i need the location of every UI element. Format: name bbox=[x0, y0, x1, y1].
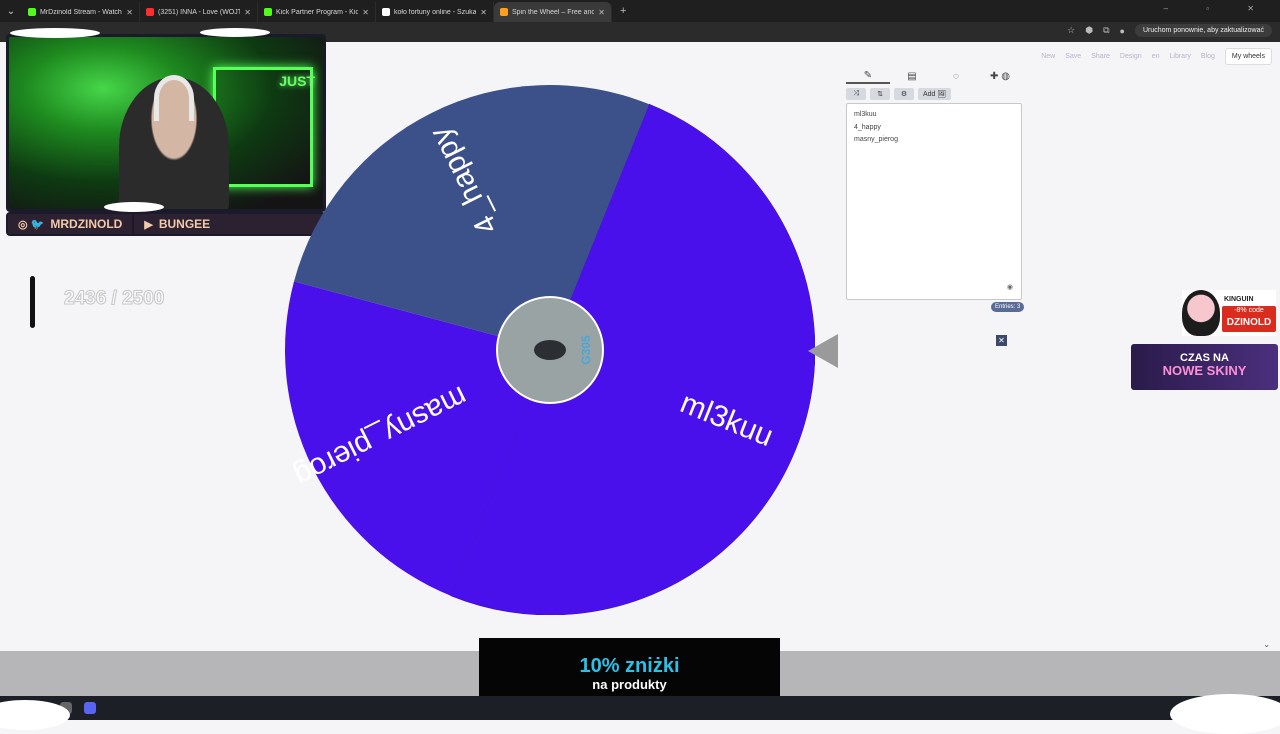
promo-line1: 10% zniżki bbox=[579, 655, 680, 677]
browser-tab[interactable]: (3251) INNA - Love (WOJTI... ✕ bbox=[140, 2, 258, 22]
entry-line: ml3kuu bbox=[854, 111, 877, 118]
tab-color-icon[interactable]: ✚ ◍ bbox=[978, 68, 1022, 84]
tab-close-icon[interactable]: ✕ bbox=[362, 8, 369, 17]
site-nav: New Save Share Design en Library Blog My… bbox=[1041, 48, 1272, 65]
shuffle-button[interactable]: ⤨ bbox=[846, 88, 866, 100]
mouse-image-icon bbox=[534, 340, 566, 360]
tab-label: Spin the Wheel – Free and easy... bbox=[512, 8, 595, 16]
social-instagram-twitter: ◎ 🐦 MRDZINOLD bbox=[8, 214, 132, 234]
grammarly-icon[interactable]: ◉ bbox=[1007, 283, 1013, 291]
tab-favicon-icon bbox=[382, 8, 390, 16]
skins-ad: CZAS NA NOWE SKINY bbox=[1131, 344, 1278, 390]
add-image-button[interactable]: Add 🖼 bbox=[918, 88, 952, 100]
tab-search-chevron-icon[interactable]: ⌄ bbox=[0, 0, 22, 22]
tab-hide-icon[interactable]: ◌ bbox=[934, 68, 978, 84]
entry-line: masny_pierog bbox=[854, 136, 898, 143]
tab-close-icon[interactable]: ✕ bbox=[244, 8, 251, 17]
editor-tabs: ✎ ▤ ◌ ✚ ◍ bbox=[846, 68, 1022, 84]
tab-close-icon[interactable]: ✕ bbox=[598, 8, 605, 17]
nav-design[interactable]: Design bbox=[1120, 53, 1142, 60]
headset-icon bbox=[154, 75, 194, 121]
promo-line2: na produkty bbox=[592, 677, 667, 692]
tab-favicon-icon bbox=[28, 8, 36, 16]
my-wheels-button[interactable]: My wheels bbox=[1224, 48, 1272, 65]
close-icon[interactable]: ✕ bbox=[996, 335, 1007, 346]
nav-language[interactable]: en bbox=[1152, 53, 1160, 60]
tab-favicon-icon bbox=[264, 8, 272, 16]
spin-wheel[interactable]: ml3kuumasny_pierog4_happyG305 bbox=[285, 85, 815, 615]
browser-tab[interactable]: Kick Partner Program - Kick Da... ✕ bbox=[258, 2, 376, 22]
settings-button[interactable]: ⚙ bbox=[894, 88, 914, 100]
entry-line: 4_happy bbox=[854, 123, 881, 131]
tab-close-icon[interactable]: ✕ bbox=[480, 8, 487, 17]
wheel-center-text: G305 bbox=[579, 335, 593, 365]
kinguin-brand: KINGUIN bbox=[1224, 296, 1254, 303]
snow-decoration bbox=[200, 28, 270, 37]
browser-tab[interactable]: Spin the Wheel – Free and easy...✕ bbox=[494, 2, 612, 22]
kinguin-ad: KINGUIN -8% code DZINOLD bbox=[1182, 290, 1276, 336]
goal-counter: 2436 / 2500 bbox=[63, 288, 165, 310]
taskbar bbox=[0, 696, 1280, 720]
nav-new[interactable]: New bbox=[1041, 53, 1055, 60]
kinguin-code-box: -8% code DZINOLD bbox=[1222, 306, 1276, 332]
browser-tab[interactable]: MrDzinold Stream - Watch Live ✕ bbox=[22, 2, 140, 22]
tab-favicon-icon bbox=[500, 8, 508, 16]
youtube-icon: ▶ bbox=[144, 218, 153, 231]
nav-save[interactable]: Save bbox=[1065, 53, 1081, 60]
extension-icon[interactable]: ⬢ bbox=[1085, 25, 1093, 36]
discord-taskbar-icon[interactable] bbox=[84, 702, 96, 714]
toolbar-right: ☆ ⬢ ⧉ ● Uruchom ponownie, aby zaktualizo… bbox=[1067, 24, 1272, 37]
webcam-overlay: JUST bbox=[6, 34, 326, 212]
wheel-pointer-icon bbox=[808, 334, 838, 368]
snow-decoration bbox=[10, 28, 100, 38]
social-handle: BUNGEE bbox=[158, 217, 211, 231]
entries-textarea[interactable]: ml3kuu 4_happy masny_pierog ◉ bbox=[846, 103, 1022, 300]
update-button[interactable]: Uruchom ponownie, aby zaktualizować bbox=[1134, 24, 1272, 37]
skins-ad-line2: NOWE SKINY bbox=[1162, 363, 1247, 378]
social-handle: MRDZINOLD bbox=[50, 217, 123, 231]
tab-close-icon[interactable]: ✕ bbox=[126, 8, 133, 17]
nav-blog[interactable]: Blog bbox=[1201, 53, 1215, 60]
browser-tab-bar: ⌄ MrDzinold Stream - Watch Live✕(3251) I… bbox=[0, 0, 1280, 22]
kinguin-code: DZINOLD bbox=[1226, 317, 1272, 328]
tab-label: (3251) INNA - Love (WOJTI... bbox=[158, 8, 240, 16]
tab-results-icon[interactable]: ▤ bbox=[890, 68, 934, 84]
tab-label: Kick Partner Program - Kick Da... bbox=[276, 8, 358, 16]
snow-decoration bbox=[104, 202, 164, 212]
new-tab-button[interactable]: + bbox=[612, 5, 626, 17]
tab-label: MrDzinold Stream - Watch Live bbox=[40, 8, 122, 16]
social-bar: ◎ 🐦 MRDZINOLD ▶ BUNGEE bbox=[6, 212, 326, 236]
penguin-mascot-icon bbox=[1182, 290, 1220, 336]
entries-count-badge: Entries: 3 bbox=[991, 302, 1025, 312]
goal-progress-bar bbox=[30, 276, 35, 328]
tab-strip: MrDzinold Stream - Watch Live✕(3251) INN… bbox=[22, 0, 612, 22]
kinguin-discount: -8% code bbox=[1234, 307, 1264, 314]
instagram-twitter-icon: ◎ 🐦 bbox=[18, 218, 45, 231]
window-controls[interactable]: – ▫ ✕ bbox=[1164, 4, 1272, 13]
social-youtube: ▶ BUNGEE bbox=[132, 214, 220, 234]
tab-favicon-icon bbox=[146, 8, 154, 16]
tab-label: koło fortuny online - Szukaj w G... bbox=[394, 8, 477, 16]
sort-button[interactable]: ⇅ bbox=[870, 88, 890, 100]
star-icon[interactable]: ☆ bbox=[1067, 25, 1075, 36]
tab-edit-icon[interactable]: ✎ bbox=[846, 68, 890, 84]
profile-icon[interactable]: ● bbox=[1120, 26, 1125, 36]
nav-library[interactable]: Library bbox=[1170, 53, 1191, 60]
browser-tab[interactable]: koło fortuny online - Szukaj w G...✕ bbox=[376, 2, 494, 22]
scroll-down-chevron-icon[interactable]: ⌄ bbox=[1263, 640, 1270, 649]
editor-tools: ⤨ ⇅ ⚙ Add 🖼 bbox=[846, 88, 952, 100]
puzzle-icon[interactable]: ⧉ bbox=[1103, 25, 1109, 36]
snow-decoration bbox=[1170, 694, 1280, 734]
snow-decoration bbox=[0, 700, 70, 730]
nav-share[interactable]: Share bbox=[1091, 53, 1110, 60]
